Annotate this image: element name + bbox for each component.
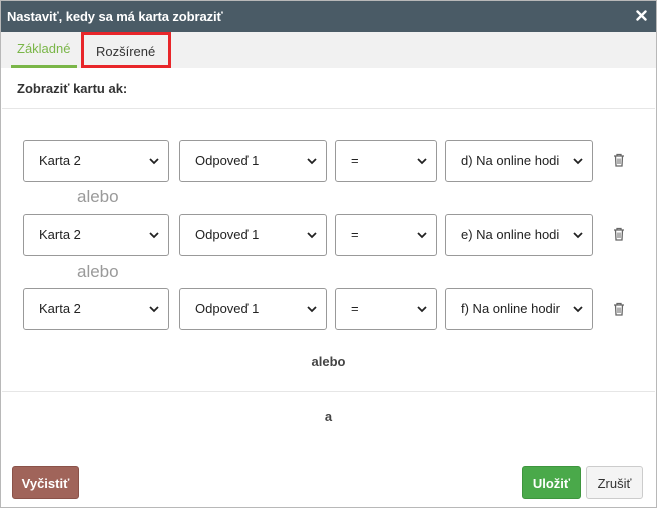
dialog-titlebar: Nastaviť, kedy sa má karta zobraziť (1, 1, 656, 32)
clear-button[interactable]: Vyčistiť (12, 466, 79, 499)
tab-bar: Základné Rozšírené (1, 32, 656, 68)
value-select-value: d) Na online hodi (461, 153, 560, 168)
value-select-value: f) Na online hodir (461, 301, 560, 316)
value-select-value: e) Na online hodi (461, 227, 560, 242)
chevron-down-icon (307, 306, 317, 313)
add-and-group-link[interactable]: a (1, 409, 656, 424)
chevron-down-icon (149, 306, 159, 313)
card-select[interactable]: Karta 2 (23, 140, 169, 182)
value-select[interactable]: e) Na online hodi (445, 214, 593, 256)
answer-select[interactable]: Odpoveď 1 (179, 140, 327, 182)
chevron-down-icon (307, 158, 317, 165)
chevron-down-icon (573, 158, 583, 165)
add-or-group-link[interactable]: alebo (1, 354, 656, 369)
card-select[interactable]: Karta 2 (23, 214, 169, 256)
chevron-down-icon (417, 158, 427, 165)
card-select-value: Karta 2 (39, 153, 81, 168)
value-select[interactable]: d) Na online hodi (445, 140, 593, 182)
trash-icon[interactable] (613, 153, 625, 167)
close-icon[interactable] (636, 6, 650, 26)
trash-icon[interactable] (613, 302, 625, 316)
condition-dialog: Nastaviť, kedy sa má karta zobraziť Zákl… (0, 0, 657, 508)
card-select[interactable]: Karta 2 (23, 288, 169, 330)
operator-select[interactable]: = (335, 214, 437, 256)
operator-select[interactable]: = (335, 140, 437, 182)
or-separator: alebo (77, 187, 119, 206)
dialog-title: Nastaviť, kedy sa má karta zobraziť (7, 9, 223, 24)
chevron-down-icon (573, 306, 583, 313)
save-button[interactable]: Uložiť (522, 466, 581, 499)
card-select-value: Karta 2 (39, 301, 81, 316)
answer-select[interactable]: Odpoveď 1 (179, 214, 327, 256)
card-select-value: Karta 2 (39, 227, 81, 242)
chevron-down-icon (149, 158, 159, 165)
answer-select-value: Odpoveď 1 (195, 153, 260, 168)
answer-select[interactable]: Odpoveď 1 (179, 288, 327, 330)
operator-select[interactable]: = (335, 288, 437, 330)
section-title: Zobraziť kartu ak: (17, 81, 128, 96)
trash-icon[interactable] (613, 227, 625, 241)
divider (2, 391, 655, 392)
answer-select-value: Odpoveď 1 (195, 301, 260, 316)
chevron-down-icon (417, 306, 427, 313)
divider (2, 108, 655, 109)
chevron-down-icon (573, 232, 583, 239)
or-separator: alebo (77, 262, 119, 281)
operator-select-value: = (351, 153, 359, 168)
answer-select-value: Odpoveď 1 (195, 227, 260, 242)
value-select[interactable]: f) Na online hodir (445, 288, 593, 330)
tab-advanced[interactable]: Rozšírené (81, 32, 171, 68)
chevron-down-icon (417, 232, 427, 239)
operator-select-value: = (351, 301, 359, 316)
cancel-button[interactable]: Zrušiť (586, 466, 643, 499)
tab-basic[interactable]: Základné (11, 32, 77, 68)
operator-select-value: = (351, 227, 359, 242)
chevron-down-icon (307, 232, 317, 239)
chevron-down-icon (149, 232, 159, 239)
